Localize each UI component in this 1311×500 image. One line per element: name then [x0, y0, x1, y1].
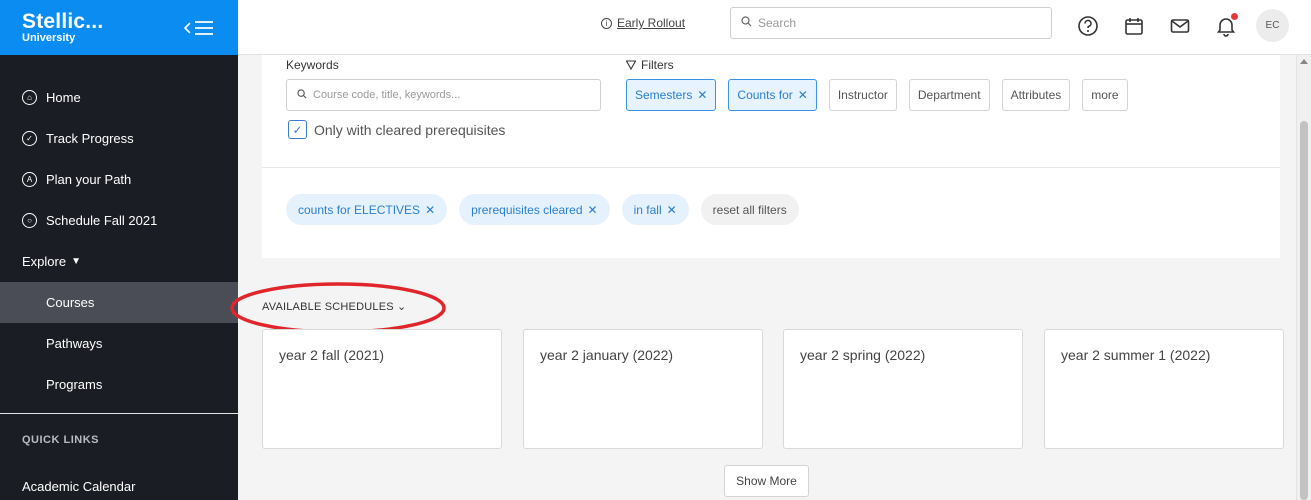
chip-prerequisites-cleared[interactable]: prerequisites cleared ✕	[459, 194, 610, 225]
schedule-card[interactable]: year 2 spring (2022)	[783, 329, 1023, 449]
sidebar-item-pathways[interactable]: Pathways	[0, 323, 238, 364]
keywords-input[interactable]: Course code, title, keywords...	[286, 79, 601, 111]
info-icon: i	[601, 17, 612, 29]
home-icon: ⌂	[22, 90, 37, 105]
quick-link-academic-calendar[interactable]: Academic Calendar	[0, 479, 238, 494]
filter-attributes-button[interactable]: Attributes	[1001, 79, 1071, 111]
close-icon[interactable]: ✕	[667, 203, 677, 217]
notifications-button[interactable]	[1210, 10, 1242, 42]
sidebar-item-explore[interactable]: Explore ▼	[0, 241, 238, 282]
quick-links-title: QUICK LINKS	[22, 434, 99, 446]
sidebar: Stellic... University ⌂ Home ✓ Track Pro…	[0, 0, 238, 500]
chip-label: prerequisites cleared	[471, 202, 583, 217]
plan-icon: A	[22, 172, 37, 187]
app: Stellic... University ⌂ Home ✓ Track Pro…	[0, 0, 1311, 500]
filters-heading: Filters	[626, 58, 674, 72]
chip-label: counts for ELECTIVES	[298, 202, 421, 217]
filter-label: Counts for	[737, 88, 793, 102]
chevron-down-icon: ⌄	[397, 301, 407, 313]
scrollbar-thumb[interactable]	[1300, 121, 1308, 500]
sidebar-item-label: Plan your Path	[46, 172, 132, 187]
menu-collapse-button[interactable]	[184, 20, 214, 36]
check-circle-icon: ✓	[22, 131, 37, 146]
show-more-button[interactable]: Show More	[724, 465, 809, 497]
help-icon	[1078, 15, 1098, 36]
brand-name: Stellic...	[22, 9, 104, 33]
filter-instructor-button[interactable]: Instructor	[828, 79, 897, 111]
schedule-icon: ○	[22, 213, 37, 228]
sidebar-item-label: Home	[46, 90, 81, 105]
early-rollout-link[interactable]: Early Rollout	[617, 16, 685, 30]
caret-down-icon: ▼	[71, 256, 81, 267]
sidebar-item-label: Courses	[46, 295, 95, 310]
prereq-checkbox[interactable]: ✓ Only with cleared prerequisites	[288, 120, 505, 139]
mail-icon	[1170, 18, 1190, 33]
reset-filters-button[interactable]: reset all filters	[700, 194, 799, 225]
sidebar-item-track-progress[interactable]: ✓ Track Progress	[0, 118, 238, 159]
filter-more-button[interactable]: more	[1082, 79, 1128, 111]
scroll-up-arrow-icon[interactable]	[1300, 59, 1308, 64]
chip-in-fall[interactable]: in fall ✕	[621, 194, 689, 225]
sidebar-item-schedule[interactable]: ○ Schedule Fall 2021	[0, 200, 238, 241]
checkbox-checked-icon: ✓	[288, 120, 307, 139]
avatar[interactable]: EC	[1256, 9, 1289, 42]
keywords-placeholder: Course code, title, keywords...	[313, 89, 461, 101]
notification-dot	[1231, 12, 1238, 20]
collapse-menu-icon	[184, 20, 213, 35]
calendar-icon	[1125, 17, 1143, 35]
messages-button[interactable]	[1164, 10, 1196, 42]
brand-logo[interactable]: Stellic... University	[22, 9, 104, 44]
chip-label: in fall	[633, 202, 662, 217]
close-icon[interactable]: ✕	[697, 88, 707, 102]
sidebar-item-label: Schedule Fall 2021	[46, 213, 158, 228]
active-filter-chips: counts for ELECTIVES ✕ prerequisites cle…	[286, 194, 799, 225]
filters-label: Filters	[641, 58, 674, 72]
filter-counts-for-button[interactable]: Counts for ✕	[728, 79, 817, 111]
search-input[interactable]: Search	[730, 7, 1052, 39]
close-icon[interactable]: ✕	[798, 88, 808, 102]
filters-card: Keywords Course code, title, keywords...…	[262, 55, 1280, 258]
schedule-card[interactable]: year 2 january (2022)	[523, 329, 763, 449]
available-schedules-title: AVAILABLE SCHEDULES	[262, 301, 394, 313]
close-icon[interactable]: ✕	[588, 203, 598, 217]
top-bar: i Early Rollout Search EC	[238, 0, 1311, 55]
sidebar-item-programs[interactable]: Programs	[0, 364, 238, 405]
top-icons: EC	[1072, 9, 1289, 42]
sidebar-item-plan-your-path[interactable]: A Plan your Path	[0, 159, 238, 200]
sidebar-item-home[interactable]: ⌂ Home	[0, 77, 238, 118]
early-rollout[interactable]: i Early Rollout	[601, 16, 685, 30]
available-schedules-toggle[interactable]: AVAILABLE SCHEDULES ⌄	[262, 300, 406, 313]
filter-label: Semesters	[635, 88, 693, 102]
calendar-button[interactable]	[1118, 10, 1150, 42]
chip-counts-for-electives[interactable]: counts for ELECTIVES ✕	[286, 194, 448, 225]
search-icon	[741, 16, 752, 30]
keywords-label: Keywords	[286, 58, 339, 72]
schedule-card[interactable]: year 2 fall (2021)	[262, 329, 502, 449]
sidebar-item-label: Pathways	[46, 336, 103, 351]
filter-icon	[626, 60, 636, 70]
close-icon[interactable]: ✕	[425, 203, 435, 217]
sidebar-item-courses[interactable]: Courses	[0, 282, 238, 323]
sidebar-nav: ⌂ Home ✓ Track Progress A Plan your Path…	[0, 55, 238, 405]
card-divider	[262, 167, 1280, 168]
brand-subtitle: University	[22, 31, 76, 44]
filter-semesters-button[interactable]: Semesters ✕	[626, 79, 717, 111]
scrollbar[interactable]	[1296, 55, 1311, 500]
prereq-label: Only with cleared prerequisites	[314, 121, 506, 138]
search-placeholder: Search	[758, 16, 797, 30]
filter-department-button[interactable]: Department	[908, 79, 990, 111]
help-button[interactable]	[1072, 10, 1104, 42]
sidebar-item-label: Explore	[22, 254, 67, 269]
schedule-card[interactable]: year 2 summer 1 (2022)	[1044, 329, 1284, 449]
sidebar-item-label: Programs	[46, 377, 103, 392]
brand-header: Stellic... University	[0, 0, 238, 55]
search-icon	[297, 88, 307, 102]
sidebar-item-label: Track Progress	[46, 131, 134, 146]
filter-buttons: Semesters ✕ Counts for ✕ Instructor Depa…	[626, 79, 1128, 111]
